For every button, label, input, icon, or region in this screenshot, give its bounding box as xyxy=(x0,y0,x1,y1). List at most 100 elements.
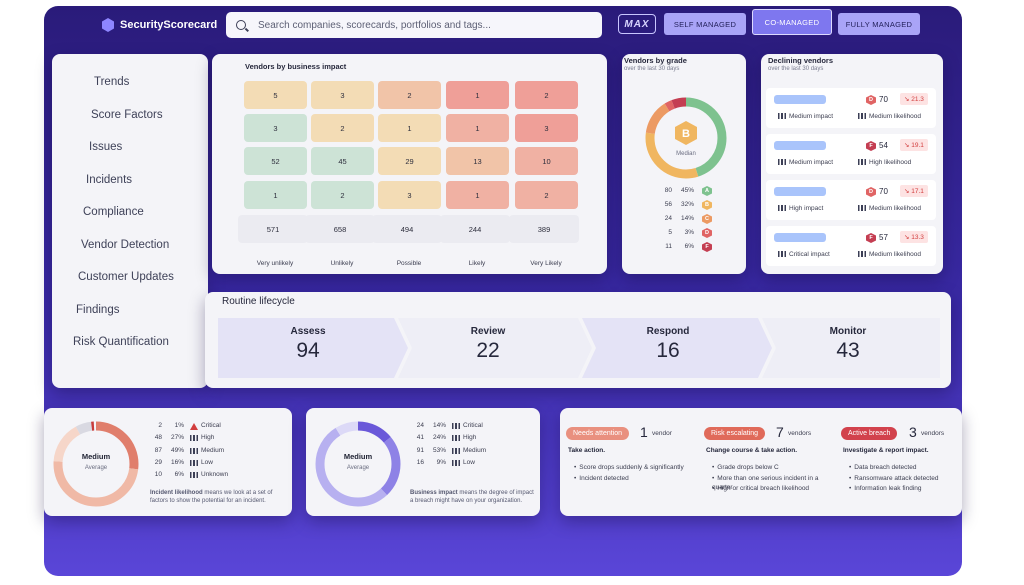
grade-badge-icon: D xyxy=(866,95,876,105)
bullet-dot: • xyxy=(574,474,577,482)
vendor-score: 70 xyxy=(879,95,888,104)
vendor-impact-text: Critical impact xyxy=(789,251,830,258)
vendor-name-redacted xyxy=(774,187,826,196)
impact-cell[interactable]: 2 xyxy=(311,114,374,142)
max-button[interactable]: MAX xyxy=(618,14,656,34)
impact-cell[interactable]: 3 xyxy=(244,114,307,142)
impact-cell[interactable]: 45 xyxy=(311,147,374,175)
signal-bars-icon xyxy=(452,459,460,466)
vendor-likelihood: Medium likelihood xyxy=(858,205,921,212)
legend-percent: 9% xyxy=(436,458,446,466)
impact-cell[interactable]: 1 xyxy=(244,181,307,209)
declining-vendor-row[interactable]: F 54 ↘ 19.1 Medium impact High likelihood xyxy=(766,134,936,174)
declining-vendors-title: Declining vendors xyxy=(768,56,834,65)
score-change-badge: ↘ 21.3 xyxy=(900,93,928,105)
action-heading: Change course & take action. xyxy=(706,447,798,454)
status-tag[interactable]: Needs attention xyxy=(566,427,630,440)
impact-cell[interactable]: 1 xyxy=(446,81,509,109)
signal-bars-icon xyxy=(190,472,198,479)
vendor-impact: Critical impact xyxy=(778,251,830,258)
impact-cell[interactable]: 3 xyxy=(378,181,441,209)
brand-name: SecurityScorecard xyxy=(120,19,218,31)
legend-label: High xyxy=(201,434,215,442)
legend-count: 10 xyxy=(154,471,162,479)
impact-cell[interactable]: 1 xyxy=(446,181,509,209)
sidebar-item-incidents[interactable]: Incidents xyxy=(52,164,208,197)
legend-percent: 24% xyxy=(432,434,446,442)
sidebar-item-trends[interactable]: Trends xyxy=(52,66,208,99)
brand-logo[interactable]: SecurityScorecard xyxy=(102,18,217,32)
impact-column-label: Likely xyxy=(468,260,486,267)
sidebar-item-customer-updates[interactable]: Customer Updates xyxy=(52,261,208,294)
sidebar-item-vendor-detection[interactable]: Vendor Detection xyxy=(52,229,208,262)
bullet-dot: • xyxy=(712,485,715,492)
phase-review-value: 22 xyxy=(476,339,500,362)
impact-cell[interactable]: 3 xyxy=(311,81,374,109)
legend-label: Low xyxy=(463,458,475,466)
action-heading: Take action. xyxy=(568,447,606,454)
signal-bars-icon xyxy=(190,435,198,442)
sidebar-item-issues[interactable]: Issues xyxy=(52,131,208,164)
legend-percent: 6% xyxy=(174,471,184,479)
phase-assess-label: Assess xyxy=(290,326,326,337)
business-impact-note: Business impact means the degree of impa… xyxy=(410,489,536,505)
signal-bars-icon xyxy=(858,113,866,120)
impact-cell[interactable]: 2 xyxy=(378,81,441,109)
declining-vendor-row[interactable]: D 70 ↘ 21.3 Medium impact Medium likelihood xyxy=(766,88,936,128)
phase-review[interactable]: Review 22 xyxy=(398,318,578,378)
phase-assess[interactable]: Assess 94 xyxy=(218,318,398,378)
impact-cell[interactable]: 13 xyxy=(446,147,509,175)
impact-column-label: Very Likely xyxy=(530,260,562,267)
routine-lifecycle-title: Routine lifecycle xyxy=(222,296,295,307)
co-managed-button[interactable]: CO-MANAGED xyxy=(752,9,832,35)
sidebar-item-risk-quantification[interactable]: Risk Quantification xyxy=(52,326,208,359)
search-input[interactable]: Search companies, scorecards, portfolios… xyxy=(258,20,491,31)
sidebar-item-findings[interactable]: Findings xyxy=(52,294,208,327)
vendor-impact-text: Medium impact xyxy=(789,159,834,166)
action-bullet-text: Data breach detected xyxy=(854,464,917,471)
vendor-impact-text: High impact xyxy=(789,205,824,212)
phase-respond-label: Respond xyxy=(646,326,690,337)
impact-cell[interactable]: 2 xyxy=(515,81,578,109)
sidebar-item-compliance[interactable]: Compliance xyxy=(52,196,208,229)
legend-label: Critical xyxy=(463,422,483,429)
status-tag[interactable]: Active breach xyxy=(841,427,898,440)
impact-cell[interactable]: 29 xyxy=(378,147,441,175)
impact-cell[interactable]: 10 xyxy=(515,147,578,175)
signal-bars-icon xyxy=(778,251,786,258)
phase-respond[interactable]: Respond 16 xyxy=(578,318,758,378)
legend-label: Low xyxy=(201,458,213,466)
declining-vendor-row[interactable]: F 57 ↘ 13.3 Critical impact Medium likelihoo… xyxy=(766,226,936,266)
legend-label: Unknown xyxy=(201,471,229,479)
vendor-count: 3 xyxy=(909,424,917,440)
action-bullet-text: Incident detected xyxy=(579,474,629,482)
actions-card[interactable] xyxy=(560,408,962,516)
vendor-name-redacted xyxy=(774,233,826,242)
legend-count: 87 xyxy=(154,446,162,454)
impact-cell[interactable]: 3 xyxy=(515,114,578,142)
impact-cell[interactable]: 52 xyxy=(244,147,307,175)
self-managed-button[interactable]: SELF MANAGED xyxy=(664,13,746,35)
score-change-badge: ↘ 19.1 xyxy=(900,139,928,151)
fully-managed-button[interactable]: FULLY MANAGED xyxy=(838,13,920,35)
status-tag[interactable]: Risk escalating xyxy=(704,427,766,440)
grade-count: 80 xyxy=(664,187,672,194)
phase-monitor[interactable]: Monitor 43 xyxy=(758,318,938,378)
sidebar-item-score-factors[interactable]: Score Factors xyxy=(52,99,208,132)
vendor-count: 7 xyxy=(776,424,784,440)
legend-percent: 16% xyxy=(170,458,184,466)
declining-vendor-row[interactable]: D 70 ↘ 17.1 High impact Medium likelihood xyxy=(766,180,936,220)
search-icon xyxy=(236,20,246,30)
score-change-badge: ↘ 17.1 xyxy=(900,185,928,197)
vendor-score: 57 xyxy=(879,233,888,242)
incident-likelihood-note: Incident likelihood means we look at a s… xyxy=(150,489,286,505)
impact-cell[interactable]: 2 xyxy=(311,181,374,209)
impact-cell[interactable]: 5 xyxy=(244,81,307,109)
impact-cell[interactable]: 2 xyxy=(515,181,578,209)
impact-column-label: Unlikely xyxy=(330,260,354,267)
impact-cell[interactable]: 1 xyxy=(446,114,509,142)
search-bar[interactable]: Search companies, scorecards, portfolios… xyxy=(226,12,602,38)
impact-cell[interactable]: 1 xyxy=(378,114,441,142)
vendor-likelihood-text: Medium likelihood xyxy=(869,113,922,120)
vendors-by-grade-title: Vendors by grade xyxy=(624,56,687,65)
